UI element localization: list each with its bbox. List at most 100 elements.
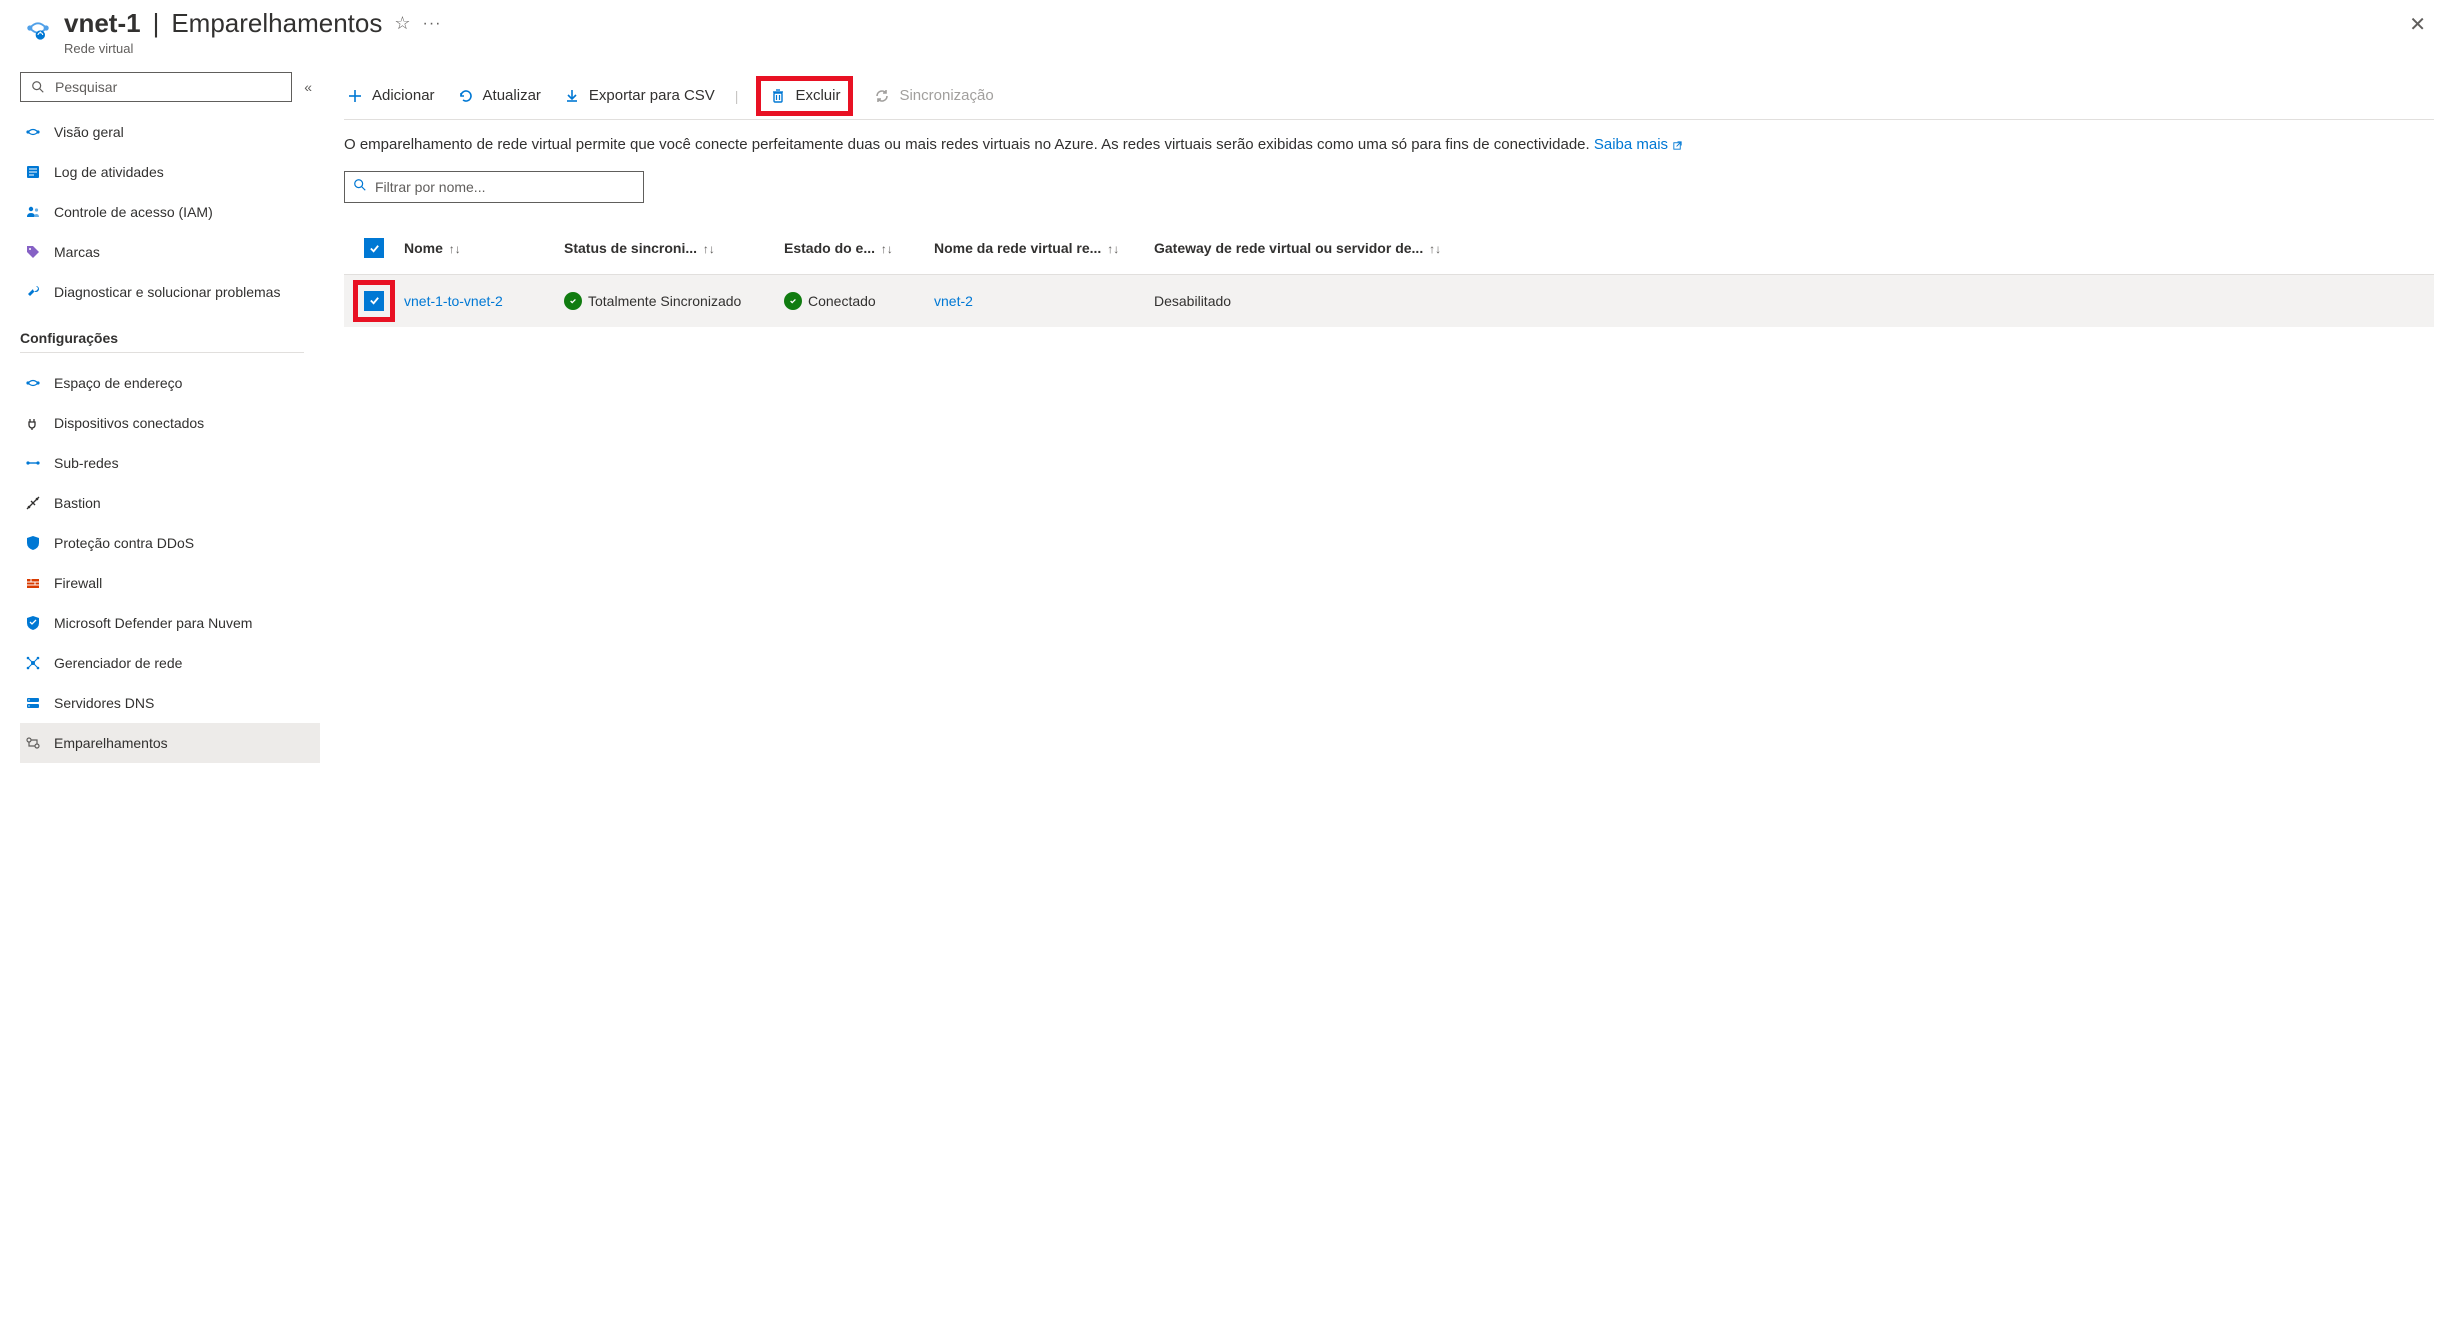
firewall-icon	[24, 574, 42, 592]
nav-label: Visão geral	[54, 124, 124, 140]
export-csv-button[interactable]: Exportar para CSV	[561, 83, 717, 109]
gateway-value: Desabilitado	[1154, 293, 1231, 309]
select-all-cell[interactable]	[344, 238, 404, 258]
peering-state: Conectado	[784, 292, 876, 310]
resource-title: vnet-1	[64, 8, 141, 39]
nav-address-space[interactable]: Espaço de endereço	[20, 363, 320, 403]
refresh-button[interactable]: Atualizar	[455, 83, 543, 109]
nav-overview[interactable]: Visão geral	[20, 112, 320, 152]
nav-activity-log[interactable]: Log de atividades	[20, 152, 320, 192]
col-label: Nome	[404, 240, 443, 256]
nav-diagnose[interactable]: Diagnosticar e solucionar problemas	[20, 272, 320, 312]
nav-label: Sub-redes	[54, 455, 119, 471]
plug-icon	[24, 414, 42, 432]
network-manager-icon	[24, 654, 42, 672]
more-actions-icon[interactable]: ···	[422, 15, 441, 33]
nav-label: Gerenciador de rede	[54, 655, 182, 671]
col-header-remote[interactable]: Nome da rede virtual re... ↑↓	[934, 240, 1154, 256]
learn-more-label: Saiba mais	[1594, 136, 1668, 153]
row-select-cell[interactable]	[344, 280, 404, 322]
col-label: Status de sincroni...	[564, 240, 697, 256]
nav-peerings[interactable]: Emparelhamentos	[20, 723, 320, 763]
filter-input[interactable]	[375, 179, 635, 195]
download-icon	[563, 87, 581, 105]
highlight-row-checkbox	[353, 280, 395, 322]
nav-connected-devices[interactable]: Dispositivos conectados	[20, 403, 320, 443]
col-header-gateway[interactable]: Gateway de rede virtual ou servidor de..…	[1154, 240, 2434, 256]
nav-iam[interactable]: Controle de acesso (IAM)	[20, 192, 320, 232]
description-text: O emparelhamento de rede virtual permite…	[344, 134, 2434, 157]
vnet-icon	[24, 14, 52, 42]
col-header-sync[interactable]: Status de sincroni... ↑↓	[564, 240, 784, 256]
sidebar-search[interactable]	[20, 72, 292, 102]
sync-icon	[873, 87, 891, 105]
highlight-delete: Excluir	[756, 76, 853, 116]
nav-label: Firewall	[54, 575, 102, 591]
resource-type-label: Rede virtual	[64, 41, 2401, 56]
shield-icon	[24, 534, 42, 552]
sort-icon: ↑↓	[1429, 242, 1441, 256]
main-content: Adicionar Atualizar Exportar para CSV |	[320, 72, 2458, 1342]
nav-label: Microsoft Defender para Nuvem	[54, 615, 252, 631]
sync-button: Sincronização	[871, 83, 995, 109]
learn-more-link[interactable]: Saiba mais	[1594, 136, 1683, 153]
peering-icon	[24, 734, 42, 752]
nav-settings-list: Espaço de endereço Dispositivos conectad…	[20, 363, 320, 763]
col-header-state[interactable]: Estado do e... ↑↓	[784, 240, 934, 256]
remote-vnet-link[interactable]: vnet-2	[934, 293, 973, 309]
dns-icon	[24, 694, 42, 712]
col-header-name[interactable]: Nome ↑↓	[404, 240, 564, 256]
trash-icon	[769, 87, 787, 105]
toolbar-separator: |	[735, 88, 739, 104]
col-label: Estado do e...	[784, 240, 875, 256]
checkbox-checked-icon	[364, 291, 384, 311]
nav-label: Log de atividades	[54, 164, 164, 180]
nav-label: Bastion	[54, 495, 101, 511]
search-icon	[353, 178, 367, 195]
people-icon	[24, 203, 42, 221]
refresh-icon	[457, 87, 475, 105]
nav-tags[interactable]: Marcas	[20, 232, 320, 272]
sort-icon: ↑↓	[1107, 242, 1119, 256]
nav-section-settings: Configurações	[20, 330, 304, 353]
nav-bastion[interactable]: Bastion	[20, 483, 320, 523]
nav-ddos[interactable]: Proteção contra DDoS	[20, 523, 320, 563]
sort-icon: ↑↓	[881, 242, 893, 256]
table-row[interactable]: vnet-1-to-vnet-2 Totalmente Sincronizado	[344, 275, 2434, 327]
nav-firewall[interactable]: Firewall	[20, 563, 320, 603]
nav-defender[interactable]: Microsoft Defender para Nuvem	[20, 603, 320, 643]
delete-button[interactable]: Excluir	[767, 83, 842, 109]
log-icon	[24, 163, 42, 181]
add-button[interactable]: Adicionar	[344, 83, 437, 109]
wrench-icon	[24, 283, 42, 301]
nav-label: Proteção contra DDoS	[54, 535, 194, 551]
nav-network-manager[interactable]: Gerenciador de rede	[20, 643, 320, 683]
nav-label: Servidores DNS	[54, 695, 154, 711]
nav-subnets[interactable]: Sub-redes	[20, 443, 320, 483]
tag-icon	[24, 243, 42, 261]
description-body: O emparelhamento de rede virtual permite…	[344, 136, 1594, 153]
search-icon	[29, 78, 47, 96]
sync-status-label: Totalmente Sincronizado	[588, 293, 741, 309]
toolbar-label: Sincronização	[899, 87, 993, 104]
checkbox-checked-icon	[364, 238, 384, 258]
pin-star-icon[interactable]: ☆	[394, 13, 410, 34]
address-space-icon	[24, 374, 42, 392]
success-icon	[784, 292, 802, 310]
nav-top-list: Visão geral Log de atividades Controle d…	[20, 112, 320, 312]
collapse-sidebar-icon[interactable]: «	[304, 79, 312, 95]
peering-name-link[interactable]: vnet-1-to-vnet-2	[404, 293, 503, 309]
success-icon	[564, 292, 582, 310]
nav-label: Emparelhamentos	[54, 735, 168, 751]
col-label: Gateway de rede virtual ou servidor de..…	[1154, 240, 1423, 256]
col-label: Nome da rede virtual re...	[934, 240, 1101, 256]
nav-dns-servers[interactable]: Servidores DNS	[20, 683, 320, 723]
sync-status: Totalmente Sincronizado	[564, 292, 741, 310]
close-icon[interactable]: ✕	[2401, 8, 2434, 41]
filter-by-name[interactable]	[344, 171, 644, 203]
state-label: Conectado	[808, 293, 876, 309]
title-separator: |	[153, 8, 160, 39]
sidebar-search-input[interactable]	[55, 79, 283, 95]
sort-icon: ↑↓	[703, 242, 715, 256]
page-header: vnet-1 | Emparelhamentos ☆ ··· Rede virt…	[0, 0, 2458, 56]
